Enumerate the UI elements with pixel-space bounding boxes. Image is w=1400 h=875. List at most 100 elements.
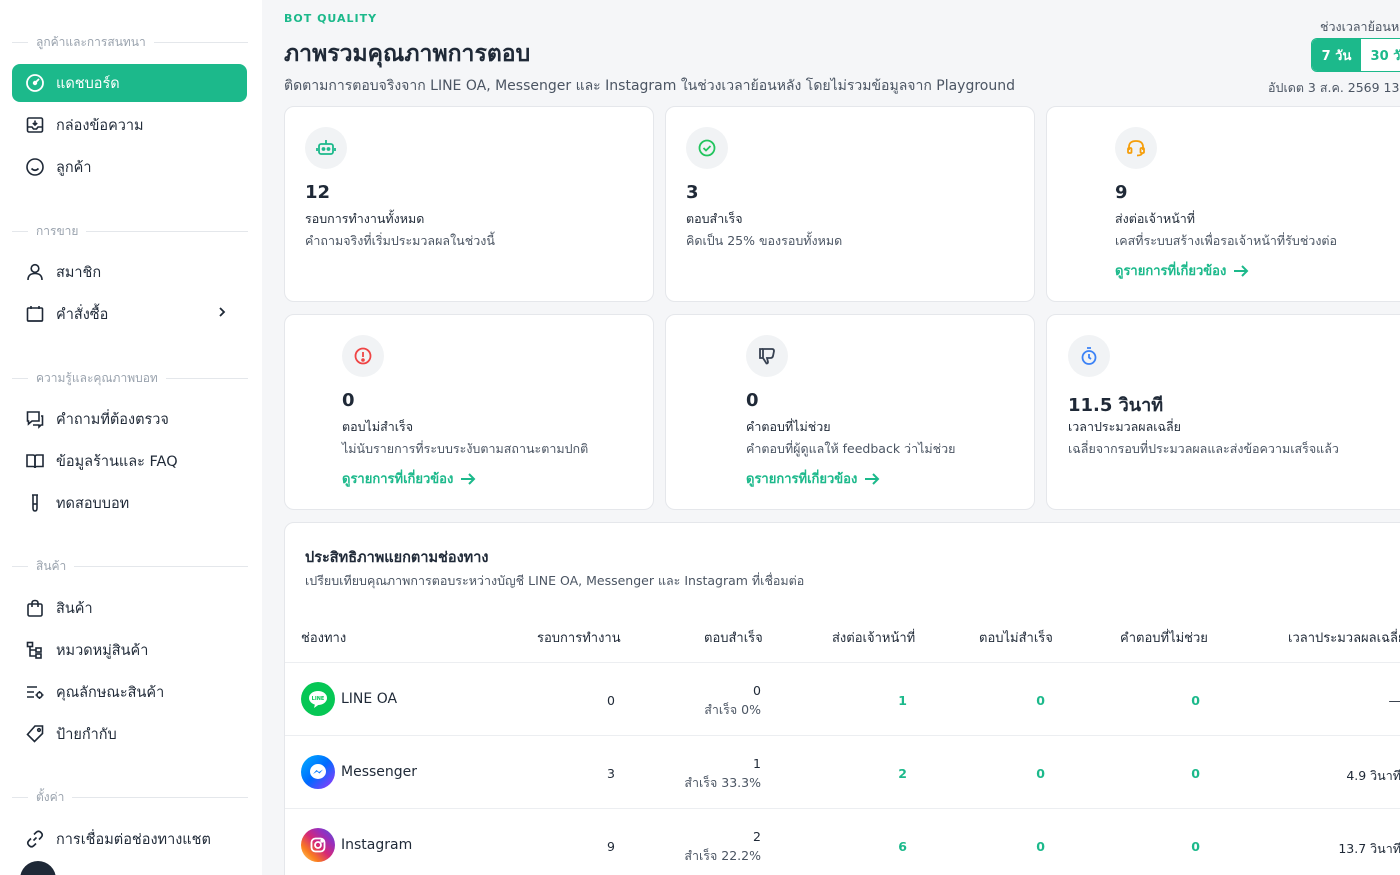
sidebar-item-tags[interactable]: ป้ายกำกับ (12, 715, 247, 753)
page-subtitle: ติดตามการตอบจริงจาก LINE OA, Messenger แ… (284, 78, 1015, 94)
time-range-label: ช่วงเวลาย้อนห (1320, 19, 1400, 34)
thumbs-down-icon (746, 335, 788, 377)
smile-face-icon (24, 156, 46, 178)
success-rate: สำเร็จ 0% (704, 702, 761, 717)
kpi-title: ตอบสำเร็จ (686, 211, 743, 226)
book-icon (24, 450, 46, 472)
view-related-link[interactable]: ดูรายการที่เกี่ยวข้อง (342, 468, 477, 489)
sidebar-item-label: ลูกค้า (56, 159, 92, 176)
panel-subtitle: เปรียบเทียบคุณภาพการตอบระหว่างบัญชี LINE… (305, 573, 805, 588)
cell-runs: 0 (607, 693, 615, 708)
kpi-card-avg-time: 11.5 วินาที เวลาประมวลผลเฉลี่ย เฉลี่ยจาก… (1046, 314, 1400, 510)
arrow-right-icon (1234, 264, 1249, 277)
success-rate: สำเร็จ 33.3% (684, 775, 761, 790)
sidebar-item-attributes[interactable]: คุณลักษณะสินค้า (12, 673, 247, 711)
column-header-success: ตอบสำเร็จ (704, 631, 763, 646)
test-tube-icon (24, 492, 46, 514)
sidebar-section-customers: ลูกค้าและการสนทนา (12, 33, 248, 52)
link-label: ดูรายการที่เกี่ยวข้อง (342, 472, 454, 487)
sidebar-item-label: สมาชิก (56, 264, 102, 281)
view-related-link[interactable]: ดูรายการที่เกี่ยวข้อง (746, 468, 881, 489)
channel-performance-panel: ประสิทธิภาพแยกตามช่องทาง เปรียบเทียบคุณภ… (284, 522, 1400, 875)
cell-unhelpful[interactable]: 0 (1150, 766, 1200, 781)
instagram-logo-icon (301, 828, 335, 862)
chat-review-icon (24, 408, 46, 430)
sidebar-item-products[interactable]: สินค้า (12, 589, 247, 627)
cell-avg-time: 4.9 วินาที (1346, 768, 1400, 783)
kpi-card-success: 3 ตอบสำเร็จ คิดเป็น 25% ของรอบทั้งหมด (665, 106, 1035, 302)
success-rate: สำเร็จ 22.2% (684, 848, 761, 863)
table-row-channel[interactable]: Messenger (301, 755, 417, 789)
check-circle-icon (686, 127, 728, 169)
link-label: ดูรายการที่เกี่ยวข้อง (1115, 264, 1227, 279)
chevron-right-icon[interactable] (215, 305, 229, 323)
table-row-channel[interactable]: Instagram (301, 828, 412, 862)
kpi-description: คิดเป็น 25% ของรอบทั้งหมด (686, 233, 843, 248)
kpi-value: 3 (686, 182, 699, 203)
sidebar-item-members[interactable]: สมาชิก (12, 253, 247, 291)
page-title: ภาพรวมคุณภาพการตอบ (284, 41, 531, 67)
sidebar-item-label: แดชบอร์ด (56, 75, 120, 92)
sidebar-item-test-bot[interactable]: ทดสอบบอท (12, 484, 247, 522)
sidebar-item-dashboard[interactable]: แดชบอร์ด (12, 64, 247, 102)
cell-runs: 3 (607, 766, 615, 781)
bag-icon (24, 597, 46, 619)
kpi-title: ส่งต่อเจ้าหน้าที่ (1115, 211, 1196, 226)
cell-failed[interactable]: 0 (995, 766, 1045, 781)
view-related-link[interactable]: ดูรายการที่เกี่ยวข้อง (1115, 260, 1250, 281)
cell-handoff[interactable]: 1 (857, 693, 907, 708)
cell-failed[interactable]: 0 (995, 839, 1045, 854)
column-header-avg-time: เวลาประมวลผลเฉลี่ย (1288, 631, 1400, 646)
sidebar-section-sales: การขาย (12, 222, 248, 241)
cell-success: 2 สำเร็จ 22.2% (661, 827, 761, 865)
cell-avg-time: — (1388, 693, 1400, 708)
robot-icon (305, 127, 347, 169)
kpi-value: 0 (342, 390, 355, 411)
sidebar-section-label: ลูกค้าและการสนทนา (36, 35, 146, 49)
sidebar-item-shop-faq[interactable]: ข้อมูลร้านและ FAQ (12, 442, 247, 480)
kpi-description: เคสที่ระบบสร้างเพื่อรอเจ้าหน้าที่รับช่วง… (1115, 233, 1338, 248)
channel-name: Messenger (341, 764, 418, 780)
cell-handoff[interactable]: 2 (857, 766, 907, 781)
arrow-right-icon (865, 472, 880, 485)
cell-unhelpful[interactable]: 0 (1150, 839, 1200, 854)
success-count: 2 (753, 829, 761, 844)
sidebar-item-orders[interactable]: คำสั่งซื้อ (12, 295, 247, 333)
sidebar-item-label: หมวดหมู่สินค้า (56, 642, 149, 659)
range-30-days-button[interactable]: 30 วั (1361, 39, 1400, 71)
kpi-description: คำตอบที่ผู้ดูแลให้ feedback ว่าไม่ช่วย (746, 441, 956, 456)
alert-circle-icon (342, 335, 384, 377)
cell-handoff[interactable]: 6 (857, 839, 907, 854)
order-board-icon (24, 303, 46, 325)
kpi-value: 9 (1115, 182, 1128, 203)
kpi-description: ไม่นับรายการที่ระบบระงับตามสถานะตามปกติ (342, 441, 589, 456)
tag-icon (24, 723, 46, 745)
cell-unhelpful[interactable]: 0 (1150, 693, 1200, 708)
headset-icon (1115, 127, 1157, 169)
arrow-right-icon (461, 472, 476, 485)
range-7-days-button[interactable]: 7 วัน (1312, 39, 1361, 71)
cell-avg-time: 13.7 วินาที (1338, 841, 1400, 856)
cell-failed[interactable]: 0 (995, 693, 1045, 708)
cell-runs: 9 (607, 839, 615, 854)
sidebar-item-categories[interactable]: หมวดหมู่สินค้า (12, 631, 247, 669)
column-header-runs: รอบการทำงาน (537, 631, 621, 646)
attributes-icon (24, 681, 46, 703)
user-icon (24, 261, 46, 283)
sidebar-item-customers[interactable]: ลูกค้า (12, 148, 247, 186)
table-row-channel[interactable]: LINE LINE OA (301, 682, 397, 716)
svg-text:LINE: LINE (312, 696, 325, 702)
avatar[interactable] (20, 861, 56, 875)
sidebar-item-chat-connections[interactable]: การเชื่อมต่อช่องทางแชต (12, 820, 247, 858)
column-header-failed: ตอบไม่สำเร็จ (979, 631, 1053, 646)
sidebar-item-review-questions[interactable]: คำถามที่ต้องตรวจ (12, 400, 247, 438)
kpi-title: ตอบไม่สำเร็จ (342, 419, 414, 434)
success-count: 0 (753, 683, 761, 698)
cell-success: 0 สำเร็จ 0% (661, 681, 761, 719)
sidebar-item-label: กล่องข้อความ (56, 117, 144, 134)
kpi-value: 12 (305, 182, 331, 203)
inbox-icon (24, 114, 46, 136)
sidebar-item-inbox[interactable]: กล่องข้อความ (12, 106, 247, 144)
sidebar-section-products: สินค้า (12, 557, 248, 576)
panel-title: ประสิทธิภาพแยกตามช่องทาง (305, 550, 489, 566)
